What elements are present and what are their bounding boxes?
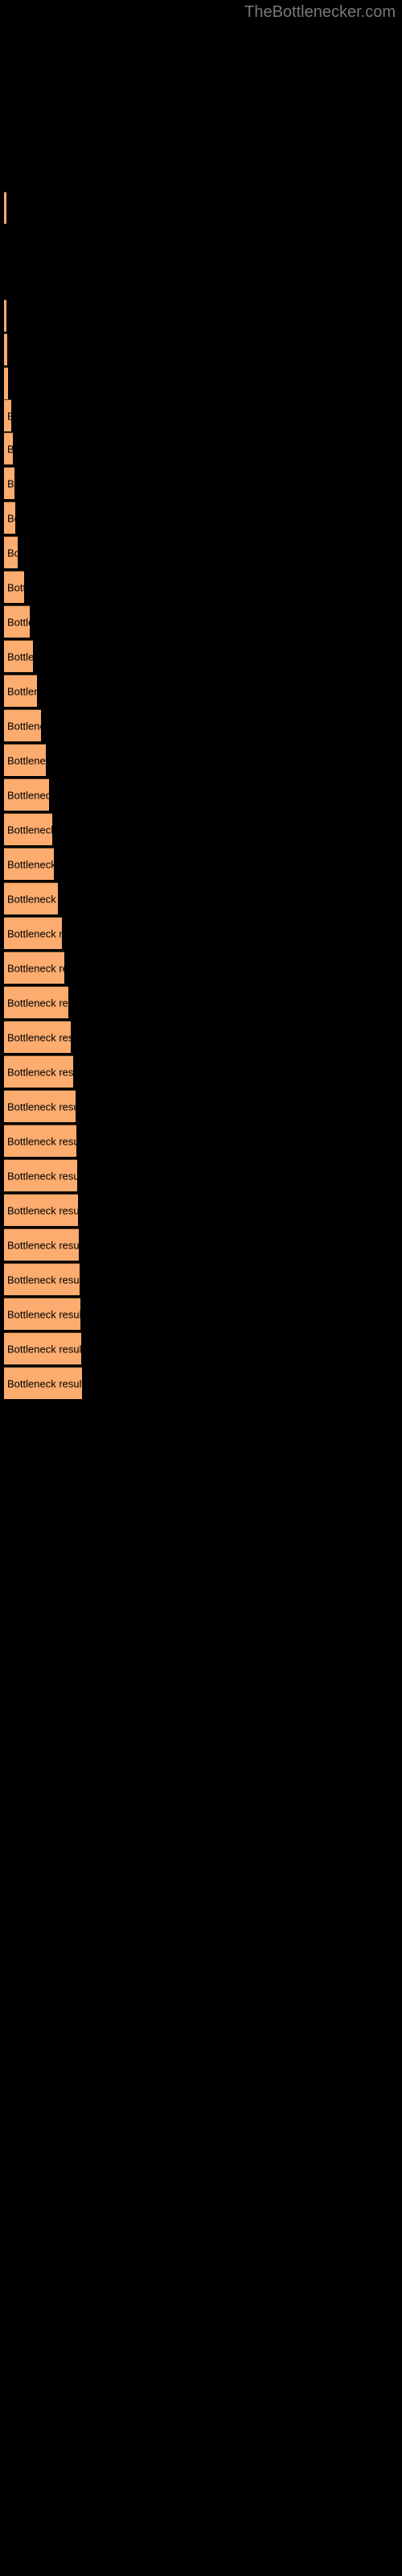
bar-row: Bottleneck result xyxy=(0,432,402,467)
bar-label: Bottleneck result xyxy=(7,893,58,905)
bar-label: Bottleneck result xyxy=(7,1135,76,1147)
bar-label: Bottleneck result xyxy=(7,1100,76,1113)
bar: Bottleneck result xyxy=(4,1332,81,1364)
bar-row: Bottleneck result xyxy=(0,1194,402,1228)
bar-label: Bottleneck result xyxy=(7,927,62,939)
bar: Bottleneck result xyxy=(4,1228,79,1261)
bar-row: Bottleneck result xyxy=(0,813,402,848)
bar-row: Bottleneck result xyxy=(0,1055,402,1090)
bar-label: Bottleneck result xyxy=(7,789,49,801)
bar: Bottleneck result xyxy=(4,399,11,431)
bar: Bottleneck result xyxy=(4,848,54,880)
bar-label: Bottleneck result xyxy=(7,410,11,422)
bar: Bottleneck result xyxy=(4,536,18,568)
bottleneck-bar-chart: Bottleneck result Bottleneck result Bottle… xyxy=(0,0,402,2576)
bar-row: Bottleneck result xyxy=(0,536,402,571)
bar-label: Bottleneck result xyxy=(7,824,52,836)
bar-row: Bottleneck result xyxy=(0,571,402,605)
bar-row: Bottleneck result xyxy=(0,367,402,402)
bar-row: Bottleneck result xyxy=(0,1021,402,1055)
bar: Bottleneck result xyxy=(4,605,30,638)
bar-row: Bottleneck result xyxy=(0,1125,402,1159)
bar: Bottleneck result xyxy=(4,778,49,811)
bar: Bottleneck result xyxy=(4,1055,73,1088)
page-root: TheBottlenecker.com Bottleneck resultBot… xyxy=(0,0,402,2576)
bar-row: Bottleneck result xyxy=(0,640,402,675)
bar-label: Bottleneck result xyxy=(7,443,13,455)
bar-label: Bottleneck result xyxy=(7,616,30,628)
bar-label: Bottleneck result xyxy=(7,720,41,732)
bar-label: Bottleneck result xyxy=(7,477,14,489)
bar: Bottleneck result xyxy=(4,1263,80,1295)
bar-label: Bottleneck result xyxy=(7,1308,80,1320)
bar-row: Bottleneck result xyxy=(0,1367,402,1402)
bar-label: Bottleneck result xyxy=(7,547,18,559)
bar-row: Bottleneck result xyxy=(0,917,402,952)
bar: Bottleneck result xyxy=(4,1159,77,1191)
bar: Bottleneck result xyxy=(4,432,13,464)
bar-row: Bottleneck result xyxy=(0,299,402,334)
bar: Bottleneck result xyxy=(4,917,62,949)
bar: Bottleneck result xyxy=(4,367,8,399)
bar: Bottleneck result xyxy=(4,709,41,741)
bar-label: Bottleneck result xyxy=(7,754,46,766)
bar: Bottleneck result xyxy=(4,1021,71,1053)
bar: Bottleneck result xyxy=(4,986,68,1018)
bar-label: Bottleneck result xyxy=(7,1031,71,1043)
bar-row: Bottleneck result xyxy=(0,778,402,813)
bar-row: Bottleneck result xyxy=(0,1298,402,1332)
bar-label: Bottleneck result xyxy=(7,1377,82,1389)
bar-row: Bottleneck result xyxy=(0,986,402,1021)
bar-row: Bottleneck result xyxy=(0,333,402,368)
bar-label: Bottleneck result xyxy=(7,858,54,870)
bar-label: Bottleneck result xyxy=(7,1239,79,1251)
bar-row: Bottleneck result xyxy=(0,952,402,986)
bar-label: Bottleneck result xyxy=(7,1274,80,1286)
bar: Bottleneck result xyxy=(4,192,6,224)
bar-label: Bottleneck result xyxy=(7,581,24,593)
bar-row: Bottleneck result xyxy=(0,502,402,536)
bar-label: Bottleneck result xyxy=(7,997,68,1009)
bar: Bottleneck result xyxy=(4,952,64,984)
bar-row: Bottleneck result xyxy=(0,1090,402,1125)
bar-label: Bottleneck result xyxy=(7,512,15,524)
bar: Bottleneck result xyxy=(4,467,14,499)
bar: Bottleneck result xyxy=(4,1298,80,1330)
bar-label: Bottleneck result xyxy=(7,378,8,390)
bar-row: Bottleneck result xyxy=(0,1228,402,1263)
bar-row: Bottleneck result xyxy=(0,605,402,640)
bar-row: Bottleneck result xyxy=(0,1159,402,1194)
bar-label: Bottleneck result xyxy=(7,1343,81,1355)
bar-label: Bottleneck result xyxy=(7,962,64,974)
bar-row: Bottleneck result xyxy=(0,399,402,434)
bar-label: Bottleneck result xyxy=(7,1066,73,1078)
bar: Bottleneck result xyxy=(4,502,15,534)
bar: Bottleneck result xyxy=(4,571,24,603)
bar: Bottleneck result xyxy=(4,1090,76,1122)
bar: Bottleneck result xyxy=(4,675,37,707)
bar: Bottleneck result xyxy=(4,1125,76,1157)
bar: Bottleneck result xyxy=(4,299,6,332)
bar-row: Bottleneck result xyxy=(0,882,402,917)
bar-row: Bottleneck result xyxy=(0,848,402,882)
bar-row: Bottleneck result xyxy=(0,709,402,744)
bar-row: Bottleneck result xyxy=(0,467,402,502)
bar-label: Bottleneck result xyxy=(7,650,33,663)
bar: Bottleneck result xyxy=(4,640,33,672)
bar: Bottleneck result xyxy=(4,1367,82,1399)
bar: Bottleneck result xyxy=(4,813,52,845)
bar: Bottleneck result xyxy=(4,744,46,776)
bar-row: Bottleneck result xyxy=(0,1332,402,1367)
bar-row: Bottleneck result xyxy=(0,675,402,709)
bar-row: Bottleneck result xyxy=(0,744,402,778)
bar-label: Bottleneck result xyxy=(7,1170,77,1182)
bar: Bottleneck result xyxy=(4,1194,78,1226)
bar-label: Bottleneck result xyxy=(7,685,37,697)
bar-label: Bottleneck result xyxy=(7,1204,78,1216)
bar: Bottleneck result xyxy=(4,882,58,914)
bar-row: Bottleneck result xyxy=(0,192,402,226)
bar-row: Bottleneck result xyxy=(0,1263,402,1298)
bar: Bottleneck result xyxy=(4,333,7,365)
